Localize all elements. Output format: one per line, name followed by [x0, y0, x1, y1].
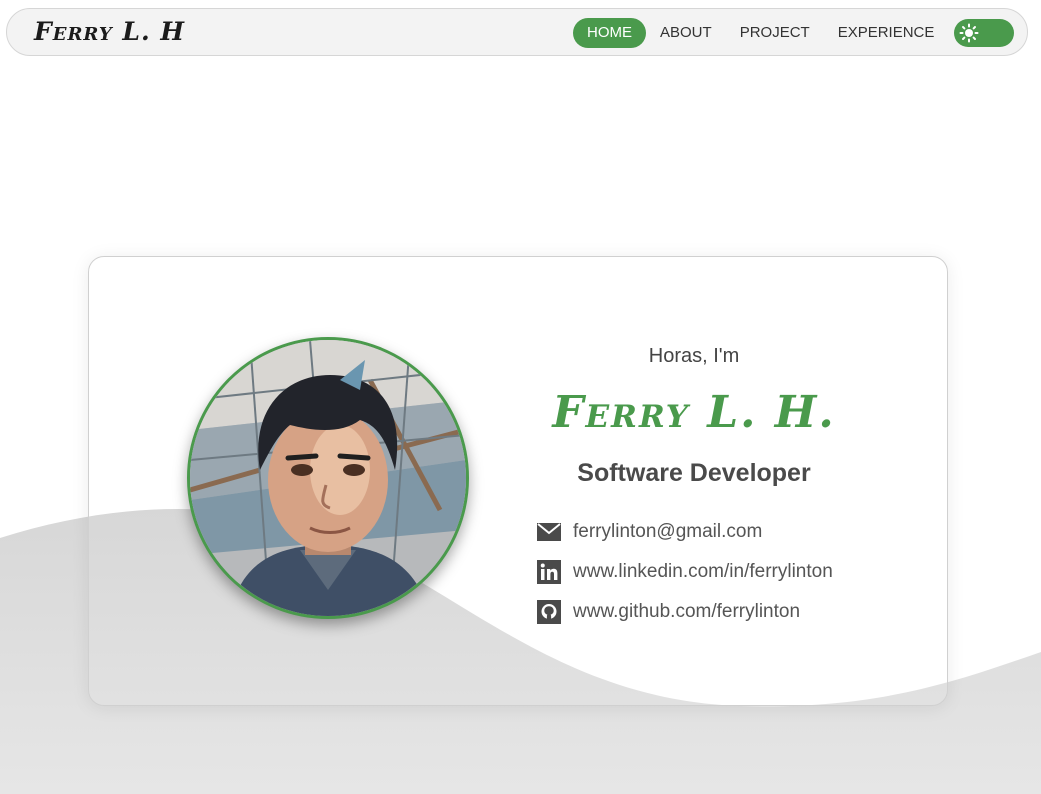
contact-github[interactable]: www.github.com/ferrylinton	[537, 592, 833, 632]
linkedin-icon	[537, 560, 561, 584]
avatar	[187, 337, 469, 619]
contact-linkedin-text: www.linkedin.com/in/ferrylinton	[573, 561, 833, 582]
contact-linkedin[interactable]: www.linkedin.com/in/ferrylinton	[537, 552, 833, 592]
profile-card: Horas, I'm Ferry L. H. Software Develope…	[88, 256, 948, 706]
page: Ferry L. H HOME ABOUT PROJECT EXPERIENCE	[0, 0, 1041, 794]
github-icon	[537, 600, 561, 624]
contact-github-text: www.github.com/ferrylinton	[573, 601, 801, 622]
sun-icon	[959, 23, 979, 43]
nav-item-about[interactable]: ABOUT	[646, 18, 726, 48]
nav-item-experience[interactable]: EXPERIENCE	[824, 18, 949, 48]
nav-item-home[interactable]: HOME	[573, 18, 646, 48]
nav-item-project[interactable]: PROJECT	[726, 18, 824, 48]
nav-menu: HOME ABOUT PROJECT EXPERIENCE	[573, 18, 948, 48]
mail-icon	[537, 520, 561, 544]
contact-list: ferrylinton@gmail.com www.linkedin.com/i…	[537, 512, 833, 632]
job-title: Software Developer	[577, 459, 811, 487]
greeting: Horas, I'm	[648, 345, 740, 367]
navbar: Ferry L. H HOME ABOUT PROJECT EXPERIENCE	[6, 8, 1028, 56]
contact-email[interactable]: ferrylinton@gmail.com	[537, 512, 833, 552]
hero-name: Ferry L. H.	[552, 387, 836, 438]
contact-email-text: ferrylinton@gmail.com	[573, 521, 763, 542]
avatar-illustration	[190, 340, 466, 616]
brand-logo[interactable]: Ferry L. H	[34, 17, 185, 46]
theme-toggle[interactable]	[954, 19, 1014, 47]
